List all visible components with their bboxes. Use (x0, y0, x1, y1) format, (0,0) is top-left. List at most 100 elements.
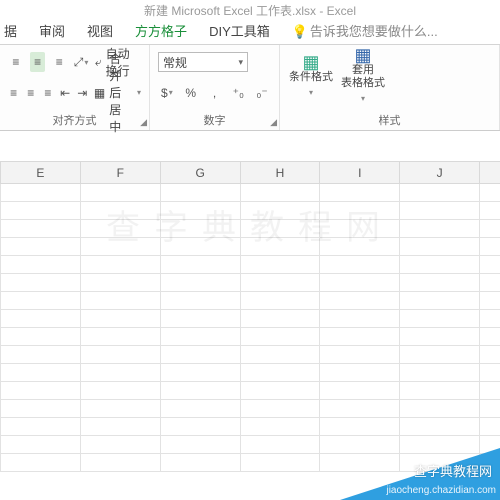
cell[interactable] (480, 310, 500, 328)
indent-dec-icon[interactable]: ⇤ (60, 83, 71, 103)
cell[interactable] (400, 274, 480, 292)
cell[interactable] (240, 346, 320, 364)
cell[interactable] (400, 238, 480, 256)
cell[interactable] (1, 346, 81, 364)
align-middle-icon[interactable]: ≡ (30, 52, 46, 72)
cell[interactable] (1, 400, 81, 418)
cell[interactable] (320, 364, 400, 382)
cell[interactable] (160, 418, 240, 436)
cell[interactable] (160, 274, 240, 292)
number-format-select[interactable]: 常规 (158, 52, 248, 72)
cell[interactable] (160, 436, 240, 454)
align-top-icon[interactable]: ≡ (8, 52, 24, 72)
cell[interactable] (480, 418, 500, 436)
cell[interactable] (80, 400, 160, 418)
cell[interactable] (240, 238, 320, 256)
cell[interactable] (480, 382, 500, 400)
cell[interactable] (240, 292, 320, 310)
cell[interactable] (80, 274, 160, 292)
cell[interactable] (320, 292, 400, 310)
cell[interactable] (1, 418, 81, 436)
cell[interactable] (480, 202, 500, 220)
cell[interactable] (240, 274, 320, 292)
cell[interactable] (160, 220, 240, 238)
col-header[interactable]: H (240, 162, 320, 184)
cell[interactable] (320, 274, 400, 292)
cell[interactable] (320, 202, 400, 220)
currency-icon[interactable]: $ (158, 83, 176, 103)
cell[interactable] (320, 310, 400, 328)
cell[interactable] (480, 400, 500, 418)
cell[interactable] (480, 328, 500, 346)
cell[interactable] (240, 454, 320, 472)
cell[interactable] (320, 256, 400, 274)
cell[interactable] (480, 292, 500, 310)
cell[interactable] (240, 202, 320, 220)
tab-fangfang[interactable]: 方方格子 (135, 21, 187, 40)
cell[interactable] (80, 454, 160, 472)
cell[interactable] (400, 202, 480, 220)
cell[interactable] (80, 382, 160, 400)
cell[interactable] (240, 184, 320, 202)
cell[interactable] (480, 220, 500, 238)
cell[interactable] (400, 346, 480, 364)
cell[interactable] (320, 220, 400, 238)
cell[interactable] (400, 364, 480, 382)
cell[interactable] (80, 346, 160, 364)
cell[interactable] (320, 184, 400, 202)
tell-me[interactable]: 💡告诉我您想要做什么... (292, 21, 438, 40)
cell[interactable] (320, 238, 400, 256)
cell[interactable] (80, 436, 160, 454)
cell[interactable] (320, 346, 400, 364)
cell[interactable] (80, 202, 160, 220)
cell[interactable] (240, 382, 320, 400)
cell[interactable] (480, 364, 500, 382)
col-header[interactable]: F (80, 162, 160, 184)
percent-icon[interactable]: % (182, 83, 200, 103)
cell[interactable] (480, 346, 500, 364)
cell[interactable] (400, 292, 480, 310)
cell[interactable] (1, 454, 81, 472)
col-header[interactable]: K (480, 162, 500, 184)
tab-review[interactable]: 审阅 (39, 21, 65, 40)
alignment-launcher-icon[interactable]: ◢ (140, 117, 147, 128)
increase-decimal-icon[interactable]: ⁺₀ (229, 83, 247, 103)
cell[interactable] (160, 382, 240, 400)
decrease-decimal-icon[interactable]: ₀⁻ (253, 83, 271, 103)
cell[interactable] (80, 238, 160, 256)
cell[interactable] (160, 346, 240, 364)
cell[interactable] (320, 328, 400, 346)
cell[interactable] (400, 400, 480, 418)
cell[interactable] (400, 184, 480, 202)
worksheet-grid[interactable]: EFGHIJK (0, 161, 500, 472)
cell[interactable] (400, 220, 480, 238)
cell[interactable] (160, 184, 240, 202)
cell[interactable] (80, 256, 160, 274)
cell[interactable] (1, 436, 81, 454)
cell[interactable] (480, 256, 500, 274)
cell[interactable] (160, 256, 240, 274)
merge-center-button[interactable]: ▦合并后居中 (94, 82, 141, 104)
cell[interactable] (1, 328, 81, 346)
comma-icon[interactable]: , (206, 83, 224, 103)
cell[interactable] (160, 364, 240, 382)
cell[interactable] (160, 400, 240, 418)
format-as-table-button[interactable]: ▦ 套用 表格格式 ▾ (340, 49, 386, 105)
cell[interactable] (1, 292, 81, 310)
cell[interactable] (1, 256, 81, 274)
cell[interactable] (80, 328, 160, 346)
align-center-icon[interactable]: ≡ (25, 83, 36, 103)
align-bottom-icon[interactable]: ≡ (51, 52, 67, 72)
cell[interactable] (80, 364, 160, 382)
tab-view[interactable]: 视图 (87, 21, 113, 40)
align-right-icon[interactable]: ≡ (42, 83, 53, 103)
cell[interactable] (80, 184, 160, 202)
cell[interactable] (240, 220, 320, 238)
cell[interactable] (320, 400, 400, 418)
cell[interactable] (80, 418, 160, 436)
cell[interactable] (240, 418, 320, 436)
cell[interactable] (160, 202, 240, 220)
align-left-icon[interactable]: ≡ (8, 83, 19, 103)
cell[interactable] (400, 256, 480, 274)
cell[interactable] (1, 184, 81, 202)
